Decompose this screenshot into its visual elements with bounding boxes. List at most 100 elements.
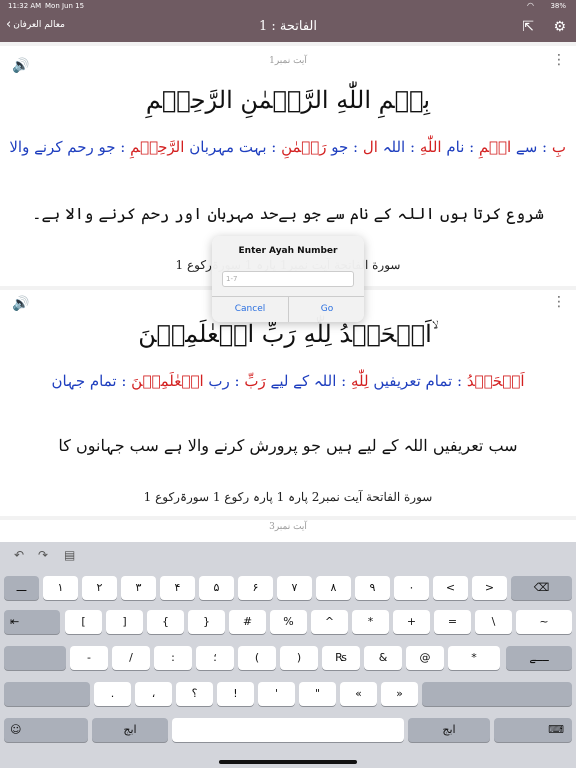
dialog-title: Enter Ayah Number [238, 246, 338, 256]
key[interactable]: . [94, 682, 131, 706]
word-arabic: اللّٰهِ [419, 138, 442, 156]
key[interactable]: ــــے [506, 646, 572, 670]
key[interactable]: ) [280, 646, 318, 670]
word-arabic: ال [362, 138, 378, 156]
key[interactable]: < [433, 576, 468, 600]
numbers-key[interactable]: ابج [408, 718, 490, 742]
key[interactable]: ۷ [277, 576, 312, 600]
key[interactable]: ۶ [238, 576, 273, 600]
enter-ayah-dialog: Enter Ayah Number 1-7 Cancel Go [212, 236, 364, 322]
key[interactable]: / [112, 646, 150, 670]
word-urdu: نام [446, 138, 465, 156]
key[interactable]: ۱ [43, 576, 78, 600]
key[interactable]: - [70, 646, 108, 670]
numbers-key[interactable]: ابج [92, 718, 168, 742]
key[interactable]: : [154, 646, 192, 670]
key[interactable]: ۹ [355, 576, 390, 600]
key[interactable]: } [188, 610, 225, 634]
key[interactable]: ! [217, 682, 254, 706]
key[interactable]: « [340, 682, 377, 706]
key[interactable]: ؟ [176, 682, 213, 706]
emoji-key[interactable]: ☺ [4, 718, 88, 742]
delete-key[interactable]: ⌫ [511, 576, 572, 600]
arabic-verse: بِسۡمِ اللّٰهِ الرَّحۡمٰنِ الرَّحِيۡمِ [145, 86, 431, 114]
word-urdu: رب [208, 372, 230, 390]
word-arabic: رَبِّ [244, 372, 266, 390]
key[interactable]: ۸ [316, 576, 351, 600]
key[interactable]: * [448, 646, 500, 670]
word-arabic: لِلّٰهِ [350, 372, 369, 390]
key[interactable]: ۳ [121, 576, 156, 600]
key[interactable]: # [229, 610, 266, 634]
key[interactable]: ~ [516, 610, 572, 634]
key[interactable]: " [299, 682, 336, 706]
status-date: Mon Jun 15 [45, 2, 85, 10]
status-bar: 11:32 AM Mon Jun 15 ◠ 38% [0, 0, 576, 12]
word-by-word: بِ : سے اسۡمِ : نام اللّٰهِ : اللہ ال : … [9, 138, 566, 156]
cancel-button[interactable]: Cancel [212, 296, 288, 322]
word-urdu: اللہ [382, 138, 406, 156]
word-urdu: جو [331, 138, 349, 156]
clipboard-icon[interactable]: ▤ [64, 548, 75, 562]
word-arabic: اَلۡحَمۡدُ [466, 372, 525, 390]
key[interactable]: [ [65, 610, 102, 634]
key[interactable]: ؛ [196, 646, 234, 670]
go-button[interactable]: Go [289, 296, 365, 322]
key[interactable]: & [364, 646, 402, 670]
key[interactable]: ۵ [199, 576, 234, 600]
word-arabic: رَحۡمٰنِ [281, 138, 327, 156]
share-icon[interactable]: ⇱ [522, 19, 534, 35]
nav-bar: ‹ معالم العرفان الفاتحة : 1 ⇱ ⚙ [0, 12, 576, 42]
redo-icon[interactable]: ↷ [38, 548, 48, 562]
gear-icon[interactable]: ⚙ [553, 19, 566, 35]
ayah-card: 🔊 ⋮ اَلۡحَمۡدُ لِلّٰهِ رَبِّ الۡعٰلَمِيۡ… [0, 290, 576, 516]
key[interactable]: ' [258, 682, 295, 706]
key[interactable]: \ [475, 610, 512, 634]
key[interactable]: @ [406, 646, 444, 670]
word-urdu: اللہ کے لیے [270, 372, 337, 390]
keyboard: ↶ ↷ ▤ ـــ ۱ ۲ ۳ ۴ ۵ ۶ ۷ ۸ ۹ ۰ < > ⌫ ⇤ [ … [0, 542, 576, 768]
key[interactable]: % [270, 610, 307, 634]
key[interactable]: ] [106, 610, 143, 634]
word-urdu: بہت مہربان [189, 138, 267, 156]
key[interactable]: ، [135, 682, 172, 706]
key[interactable]: ۴ [160, 576, 195, 600]
ayah-reference: سورة الفاتحة آیت نمبر2 پارہ 1 پارہ رکوع … [143, 490, 433, 504]
speaker-icon[interactable]: 🔊 [12, 296, 29, 312]
status-time: 11:32 AM [8, 2, 42, 10]
key[interactable]: » [381, 682, 418, 706]
key[interactable]: + [393, 610, 430, 634]
key[interactable]: ـــ [4, 576, 39, 600]
word-arabic: الرَّحِيۡمِ [130, 138, 185, 156]
space-key[interactable] [172, 718, 404, 742]
key[interactable]: ₨ [322, 646, 360, 670]
key[interactable]: * [352, 610, 389, 634]
tab-key[interactable]: ⇤ [4, 610, 60, 634]
word-arabic: اسۡمِ [478, 138, 512, 156]
key[interactable]: ^ [311, 610, 348, 634]
key[interactable]: > [472, 576, 507, 600]
page-title: الفاتحة : 1 [258, 19, 317, 34]
ayah-card: آیت نمبر3 [0, 520, 576, 542]
battery-indicator: 38% [550, 2, 566, 10]
key[interactable]: { [147, 610, 184, 634]
word-by-word: اَلۡحَمۡدُ : تمام تعریفیں لِلّٰهِ : اللہ… [51, 372, 525, 390]
translation-text: سب تعریفیں اللہ کے لیے ہیں جو پرورش کرنے… [58, 436, 518, 455]
undo-icon[interactable]: ↶ [14, 548, 24, 562]
shift-left-key[interactable] [4, 682, 90, 706]
key[interactable]: ۲ [82, 576, 117, 600]
word-urdu: تمام تعریفیں [373, 372, 453, 390]
translation-text: شروع کرتا ہوں اللہ کے نام سے جو بےحد مہر… [32, 204, 544, 223]
key[interactable]: ۰ [394, 576, 429, 600]
home-indicator [219, 760, 357, 764]
ayah-number-label: آیت نمبر3 [269, 522, 307, 532]
shift-right-key[interactable] [422, 682, 572, 706]
keyboard-dismiss-icon[interactable]: ⌨ [494, 718, 572, 742]
key[interactable]: = [434, 610, 471, 634]
blank-key[interactable] [4, 646, 66, 670]
word-urdu: سے [515, 138, 538, 156]
word-urdu: جو رحم کرنے والا [9, 138, 116, 156]
ayah-number-input[interactable]: 1-7 [222, 271, 354, 287]
more-menu-icon[interactable]: ⋮ [552, 294, 566, 310]
key[interactable]: ( [238, 646, 276, 670]
